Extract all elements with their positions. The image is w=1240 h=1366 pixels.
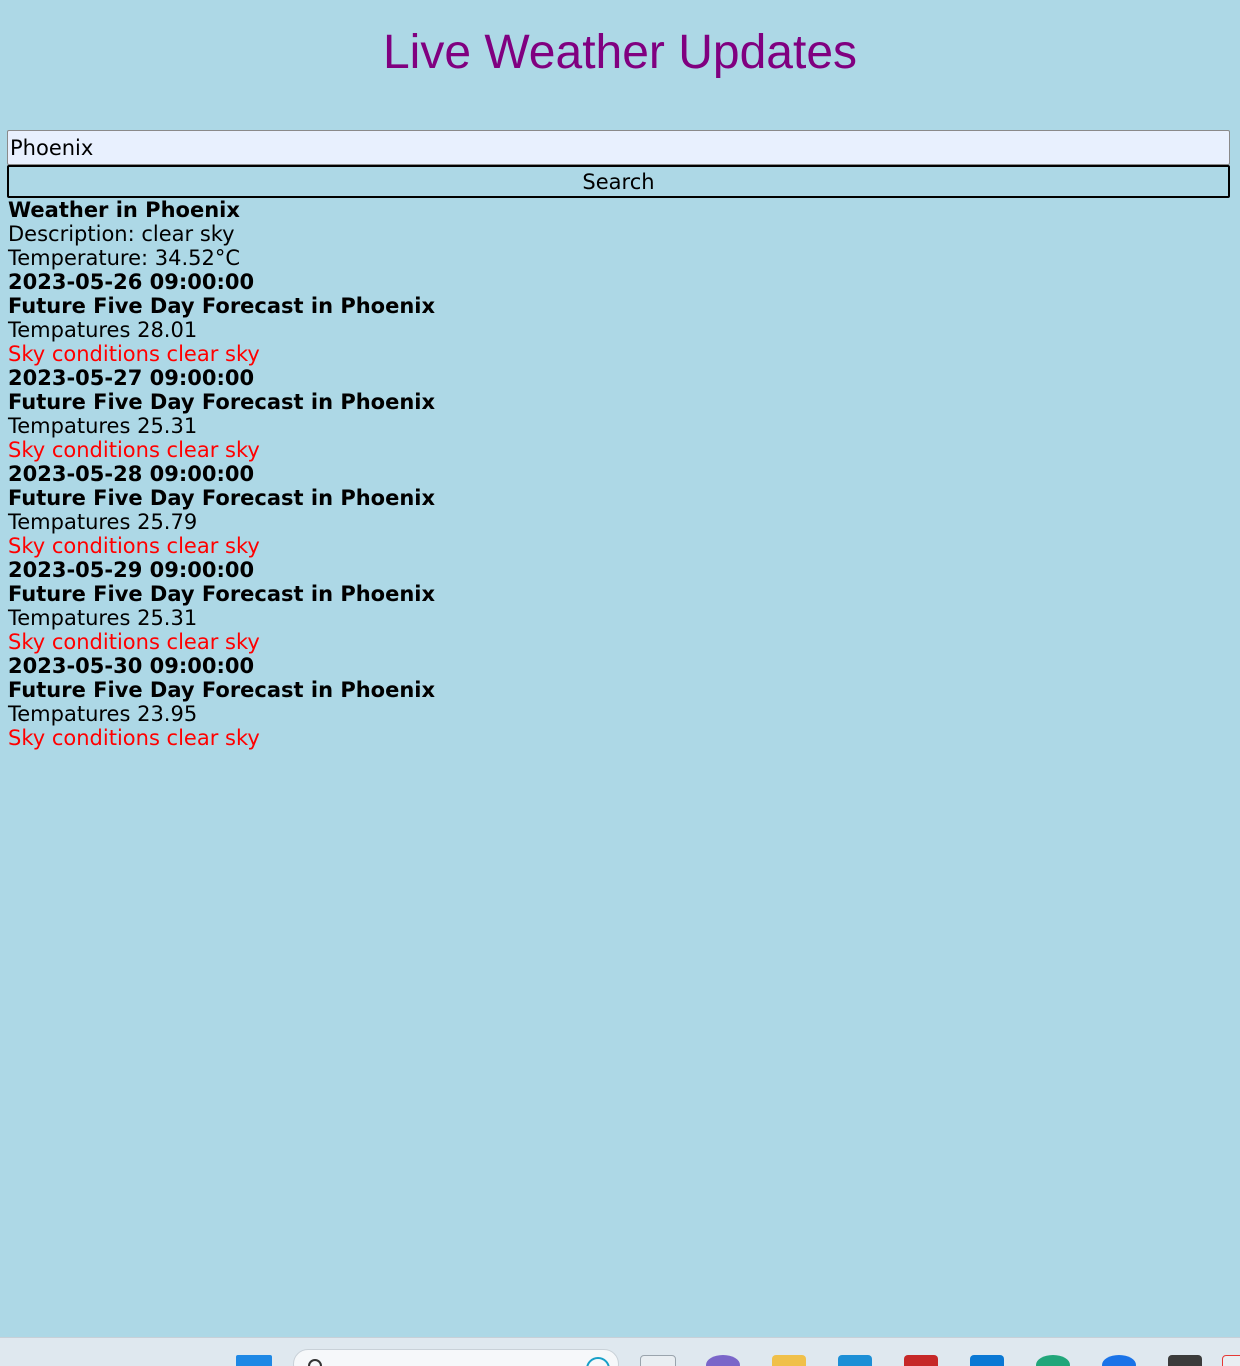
store-icon[interactable] xyxy=(838,1355,872,1366)
forecast-item: 2023-05-26 09:00:00 Future Five Day Fore… xyxy=(8,270,1228,366)
current-temperature: Temperature: 34.52°C xyxy=(8,246,241,270)
search-button[interactable]: Search xyxy=(7,165,1230,198)
forecast-heading: Future Five Day Forecast in Phoenix xyxy=(8,678,436,702)
forecast-temperature: Tempatures 25.31 xyxy=(8,606,198,630)
forecast-item: 2023-05-28 09:00:00 Future Five Day Fore… xyxy=(8,462,1228,558)
forecast-temperature: Tempatures 25.31 xyxy=(8,414,198,438)
edge-icon[interactable] xyxy=(1036,1355,1070,1366)
forecast-sky-conditions: Sky conditions clear sky xyxy=(8,438,260,462)
forecast-item: 2023-05-29 09:00:00 Future Five Day Fore… xyxy=(8,558,1228,654)
forecast-temperature: Tempatures 25.79 xyxy=(8,510,198,534)
current-weather-heading: Weather in Phoenix xyxy=(8,198,240,222)
forecast-sky-conditions: Sky conditions clear sky xyxy=(8,630,260,654)
mail-icon[interactable] xyxy=(904,1355,938,1366)
forecast-sky-conditions: Sky conditions clear sky xyxy=(8,342,260,366)
taskbar-search-box[interactable] xyxy=(293,1349,619,1366)
app-icon[interactable] xyxy=(1168,1355,1202,1366)
forecast-datetime: 2023-05-28 09:00:00 xyxy=(8,462,255,486)
app-icon[interactable] xyxy=(970,1355,1004,1366)
task-view-icon[interactable] xyxy=(640,1355,676,1366)
forecast-heading: Future Five Day Forecast in Phoenix xyxy=(8,486,436,510)
chat-icon[interactable] xyxy=(706,1355,740,1366)
weather-results: Weather in Phoenix Description: clear sk… xyxy=(8,198,1228,750)
windows-start-icon[interactable] xyxy=(236,1355,272,1366)
forecast-datetime: 2023-05-30 09:00:00 xyxy=(8,654,255,678)
search-highlight-icon xyxy=(586,1357,610,1366)
search-input[interactable] xyxy=(7,130,1230,165)
forecast-sky-conditions: Sky conditions clear sky xyxy=(8,534,260,558)
page-title: Live Weather Updates xyxy=(382,26,858,79)
forecast-item: 2023-05-27 09:00:00 Future Five Day Fore… xyxy=(8,366,1228,462)
forecast-datetime: 2023-05-27 09:00:00 xyxy=(8,366,255,390)
forecast-heading: Future Five Day Forecast in Phoenix xyxy=(8,390,436,414)
forecast-datetime: 2023-05-29 09:00:00 xyxy=(8,558,255,582)
forecast-item: 2023-05-30 09:00:00 Future Five Day Fore… xyxy=(8,654,1228,750)
forecast-temperature: Tempatures 28.01 xyxy=(8,318,198,342)
current-description: Description: clear sky xyxy=(8,222,235,246)
app-icon[interactable] xyxy=(1102,1355,1136,1366)
forecast-sky-conditions: Sky conditions clear sky xyxy=(8,726,260,750)
forecast-heading: Future Five Day Forecast in Phoenix xyxy=(8,294,436,318)
file-explorer-icon[interactable] xyxy=(772,1355,806,1366)
forecast-temperature: Tempatures 23.95 xyxy=(8,702,198,726)
app-icon[interactable] xyxy=(1222,1355,1240,1366)
forecast-heading: Future Five Day Forecast in Phoenix xyxy=(8,582,436,606)
forecast-datetime: 2023-05-26 09:00:00 xyxy=(8,270,255,294)
search-icon xyxy=(308,1359,322,1366)
taskbar xyxy=(0,1337,1240,1366)
